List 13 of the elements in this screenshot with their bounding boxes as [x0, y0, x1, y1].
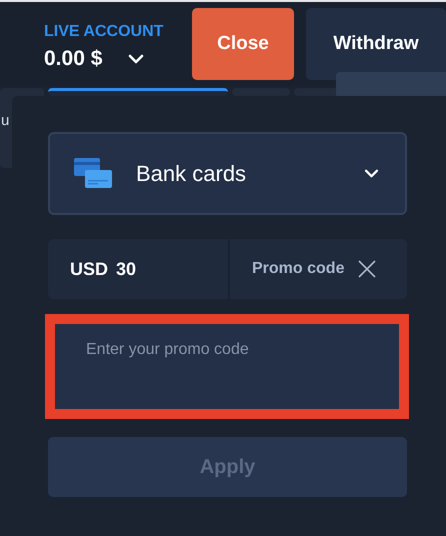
close-icon[interactable]	[358, 260, 376, 278]
close-button[interactable]: Close	[192, 8, 294, 80]
amount-field[interactable]: USD 30	[48, 239, 228, 299]
bank-cards-icon	[74, 158, 112, 190]
account-balance: 0.00 $	[44, 46, 102, 72]
tab[interactable]	[48, 88, 228, 96]
chevron-down-icon	[128, 54, 144, 64]
withdraw-button[interactable]: Withdraw	[306, 8, 446, 80]
account-label: LIVE ACCOUNT	[44, 22, 164, 42]
chevron-down-icon	[364, 169, 379, 178]
promo-code-field[interactable]: Enter your promo code	[55, 324, 399, 409]
promo-code-label: Promo code	[252, 259, 344, 279]
payment-method-select[interactable]: Bank cards	[48, 132, 407, 215]
